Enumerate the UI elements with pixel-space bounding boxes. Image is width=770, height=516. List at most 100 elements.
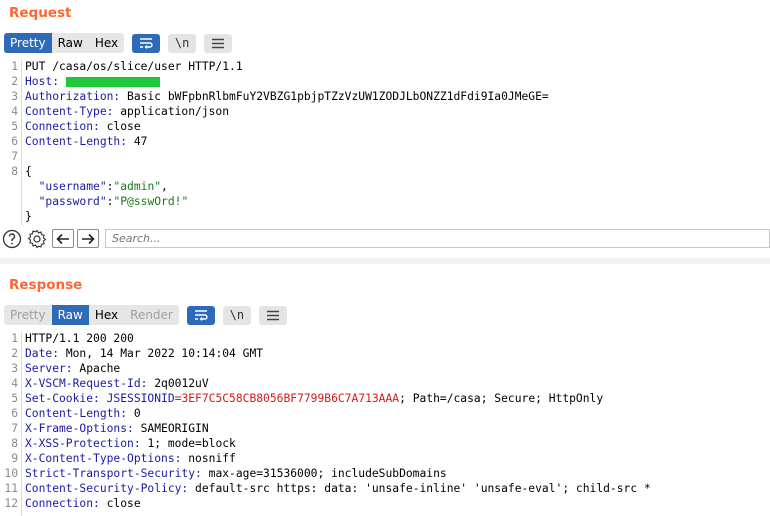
code-line: 5 Set-Cookie: JSESSIONID=3EF7C5C58CB8056B… (0, 391, 770, 406)
line-content: "username":"admin", (25, 179, 168, 194)
request-title: Request (9, 5, 72, 21)
search-input[interactable] (105, 229, 770, 248)
code-token: Connection: (25, 497, 107, 510)
line-number: 9 (11, 452, 18, 465)
line-content: Set-Cookie: JSESSIONID=3EF7C5C58CB8056BF… (25, 391, 603, 406)
code-token: 47 (133, 135, 148, 148)
newline-icon: \n (174, 36, 190, 50)
code-token: Server: (25, 362, 80, 375)
line-number: 8 (11, 165, 18, 178)
search-next-button[interactable] (77, 229, 99, 248)
code-line: 3 Authorization: Basic bWFpbnRlbmFuY2VBZG… (0, 89, 770, 104)
code-line: "password":"P@sswOrd!" (0, 194, 770, 209)
code-line: 11 Content-Security-Policy: default-src h… (0, 481, 770, 496)
request-tab-raw[interactable]: Raw (52, 33, 89, 53)
code-token: Basic bWFpbnRlbmFuY2VBZG1pbjpTZzVzUW1ZOD… (127, 90, 549, 103)
line-number: 3 (11, 362, 18, 375)
line-content: "password":"P@sswOrd!" (25, 194, 189, 209)
response-show-newlines-button[interactable]: \n (222, 305, 251, 325)
code-token: X-Content-Type-Options: (25, 452, 189, 465)
response-menu-button[interactable] (258, 305, 287, 325)
code-token: SAMEORIGIN (140, 422, 209, 435)
line-content: Date: Mon, 14 Mar 2022 10:14:04 GMT (25, 346, 263, 361)
line-content: X-Frame-Options: SAMEORIGIN (25, 421, 209, 436)
line-number: 4 (11, 105, 18, 118)
response-view-tabs: Pretty Raw Hex Render (4, 305, 179, 325)
code-token: =3EF7C5C58CB8056BF7799B6C7A713AAA (174, 392, 400, 405)
line-number: 2 (11, 347, 18, 360)
line-number: 5 (11, 392, 18, 405)
line-content: Server: Apache (25, 361, 120, 376)
code-token: Connection: (25, 120, 107, 133)
arrow-left-icon (56, 233, 69, 244)
code-line: 5 Connection: close (0, 119, 770, 134)
request-wrap-lines-button[interactable] (132, 33, 161, 53)
response-toolbar: Pretty Raw Hex Render \n (4, 305, 287, 325)
code-token: 1; mode=block (147, 437, 236, 450)
request-tab-hex[interactable]: Hex (89, 33, 124, 53)
line-content: Authorization: Basic bWFpbnRlbmFuY2VBZG1… (25, 89, 549, 104)
line-content: Connection: close (25, 119, 141, 134)
response-tab-raw[interactable]: Raw (51, 305, 89, 325)
help-icon (2, 229, 22, 249)
code-token: "P@sswOrd!" (113, 195, 189, 208)
code-token: close (106, 120, 141, 133)
line-content: Content-Security-Policy: default-src htt… (25, 481, 651, 496)
hamburger-icon (266, 310, 279, 320)
line-content: X-Content-Type-Options: nosniff (25, 451, 236, 466)
response-tab-pretty[interactable]: Pretty (4, 305, 52, 325)
help-button[interactable] (2, 229, 22, 249)
code-token: "password" (38, 195, 107, 208)
hamburger-icon (212, 38, 225, 48)
code-line: 12 Connection: close (0, 496, 770, 511)
gear-icon (27, 229, 46, 249)
code-token: application/json (120, 105, 230, 118)
response-title: Response (9, 277, 83, 293)
code-token: Content-Type: (25, 105, 121, 118)
line-number: 12 (4, 497, 18, 510)
line-number: 4 (11, 377, 18, 390)
code-line: 7 (0, 149, 770, 164)
code-token: "admin" (113, 180, 162, 193)
code-token: close (106, 497, 141, 510)
response-tab-render[interactable]: Render (124, 305, 179, 325)
code-line: 8{ (0, 164, 770, 179)
line-content: PUT /casa/os/slice/user HTTP/1.1 (25, 59, 243, 74)
code-line: 4 X-VSCM-Request-Id: 2q0012uV (0, 376, 770, 391)
code-token: Authorization: (25, 90, 128, 103)
settings-button[interactable] (26, 229, 47, 249)
line-number: 10 (4, 467, 18, 480)
code-token: JSESSIONID (106, 392, 175, 405)
code-token: Apache (79, 362, 121, 375)
response-wrap-lines-button[interactable] (186, 305, 215, 325)
response-editor[interactable]: 1 HTTP/1.1 200 200 2 Date: Mon, 14 Mar 2022… (0, 331, 770, 516)
search-previous-button[interactable] (52, 229, 74, 248)
code-token: HTTP/1.1 200 200 (25, 332, 134, 345)
request-menu-button[interactable] (204, 33, 233, 53)
code-token: Content-Security-Policy: (25, 482, 196, 495)
code-token: 0 (133, 407, 141, 420)
line-number: 7 (11, 422, 18, 435)
code-line: "username":"admin", (0, 179, 770, 194)
code-token: "username" (38, 180, 107, 193)
request-editor[interactable]: 1 PUT /casa/os/slice/user HTTP/1.1 2 Host: … (0, 59, 770, 225)
code-token: PUT /casa/os/slice/user HTTP/1.1 (25, 60, 243, 73)
line-content: Host: (25, 74, 160, 89)
code-token: { (25, 165, 32, 178)
code-token: Mon, 14 Mar 2022 10:14:04 GMT (65, 347, 264, 360)
response-tab-hex[interactable]: Hex (89, 305, 124, 325)
code-token: 2q0012uV (154, 377, 209, 390)
newline-icon: \n (229, 308, 245, 322)
line-number: 3 (11, 90, 18, 103)
code-token: } (25, 210, 32, 223)
request-tab-pretty[interactable]: Pretty (4, 33, 52, 53)
line-content: Content-Length: 0 (25, 406, 141, 421)
request-show-newlines-button[interactable]: \n (168, 33, 197, 53)
code-token: Set-Cookie: (25, 392, 107, 405)
code-line: 1 HTTP/1.1 200 200 (0, 331, 770, 346)
code-token: default-src https: data: 'unsafe-inline'… (195, 482, 651, 495)
code-line: 9 X-Content-Type-Options: nosniff (0, 451, 770, 466)
code-token: , (161, 180, 168, 193)
line-content: X-VSCM-Request-Id: 2q0012uV (25, 376, 209, 391)
line-number: 11 (4, 482, 18, 495)
